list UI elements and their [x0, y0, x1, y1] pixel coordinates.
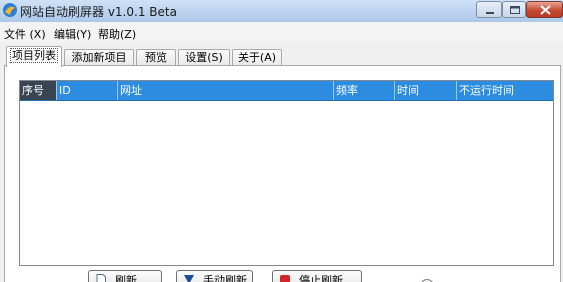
- minimize-button[interactable]: [476, 1, 502, 18]
- app-logo-icon: [3, 3, 17, 17]
- menu-bar: 文件 (X) 编辑(Y) 帮助(Z): [0, 22, 563, 42]
- manual-refresh-button-label: 手动刷新: [203, 274, 247, 282]
- maximize-button[interactable]: [502, 1, 526, 18]
- tab-strip: 项目列表 添加新项目 预览 设置(S) 关于(A): [0, 42, 563, 67]
- tab-preview[interactable]: 预览: [136, 49, 176, 65]
- stop-icon: [280, 275, 290, 282]
- refresh-button-label: 刷新: [115, 274, 137, 282]
- project-list-panel: 序号 ID 网址 频率 时间 不运行时间: [4, 65, 561, 282]
- tab-project-list-label: 项目列表: [10, 48, 58, 63]
- status-indicator-icon: [421, 278, 433, 282]
- refresh-doc-icon: [96, 274, 106, 282]
- window-title: 网站自动刷屏器 v1.0.1 Beta: [20, 5, 177, 19]
- column-header-frequency[interactable]: 频率: [333, 81, 394, 100]
- tab-project-list[interactable]: 项目列表: [6, 46, 62, 67]
- refresh-button[interactable]: 刷新: [88, 270, 162, 282]
- title-bar[interactable]: 网站自动刷屏器 v1.0.1 Beta: [0, 0, 563, 23]
- stop-refresh-button[interactable]: 停止刷新: [272, 270, 362, 282]
- minimize-icon: [486, 12, 494, 14]
- column-header-url[interactable]: 网址: [117, 81, 333, 100]
- manual-refresh-icon: [184, 275, 194, 282]
- menu-file[interactable]: 文件 (X): [4, 26, 46, 42]
- menu-help[interactable]: 帮助(Z): [98, 26, 136, 42]
- tab-add-project[interactable]: 添加新项目: [64, 49, 134, 65]
- column-header-time[interactable]: 时间: [394, 81, 456, 100]
- column-header-idle-time[interactable]: 不运行时间: [456, 81, 553, 100]
- project-table[interactable]: 序号 ID 网址 频率 时间 不运行时间: [19, 80, 554, 266]
- app-window: 网站自动刷屏器 v1.0.1 Beta 文件 (X) 编辑(Y) 帮助(Z) 项…: [0, 0, 563, 282]
- close-icon: [540, 5, 551, 15]
- table-header: 序号 ID 网址 频率 时间 不运行时间: [20, 81, 553, 101]
- column-header-id[interactable]: ID: [56, 81, 117, 100]
- close-button[interactable]: [526, 1, 563, 18]
- column-header-index[interactable]: 序号: [20, 81, 56, 100]
- stop-refresh-button-label: 停止刷新: [299, 274, 343, 282]
- manual-refresh-button[interactable]: 手动刷新: [176, 270, 253, 282]
- menu-edit[interactable]: 编辑(Y): [54, 26, 91, 42]
- maximize-icon: [510, 6, 520, 14]
- tab-settings[interactable]: 设置(S): [178, 49, 230, 65]
- tab-about[interactable]: 关于(A): [232, 49, 282, 65]
